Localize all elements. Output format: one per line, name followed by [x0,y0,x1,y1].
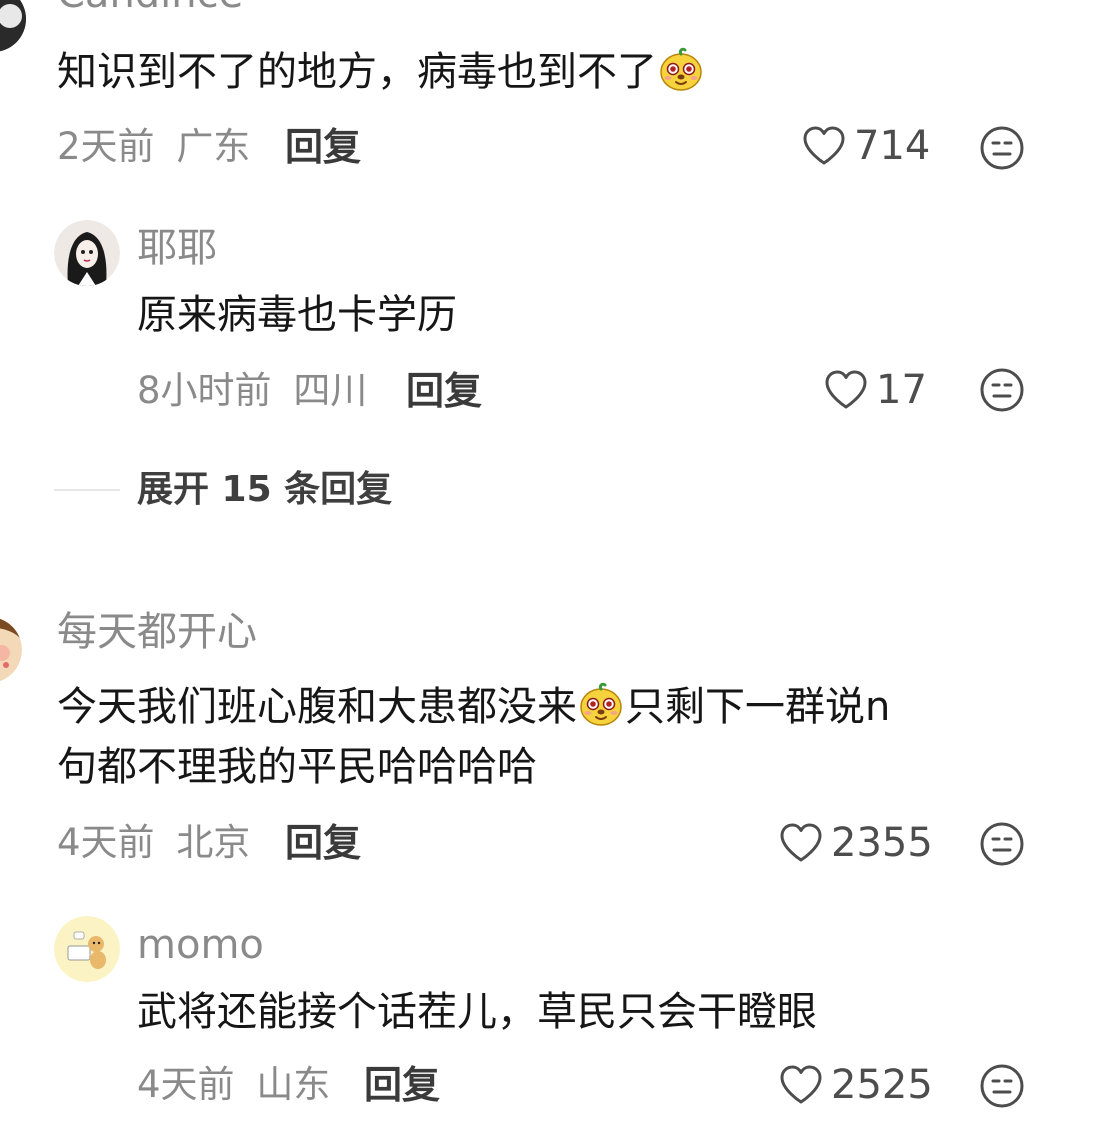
comment-time: 4天前 [57,821,155,864]
comment-meta: 2天前 广东 [57,128,250,165]
neutral-face-icon[interactable] [978,820,1026,868]
comment-meta: 8小时前 四川 [137,372,367,409]
avatar[interactable] [54,220,120,286]
comment-meta: 4天前 山东 [137,1066,330,1103]
username[interactable]: 每天都开心 [57,612,257,652]
doge-emoji-icon [577,680,625,728]
like-button[interactable]: 2525 [777,1061,933,1109]
username[interactable]: 耶耶 [137,228,217,268]
neutral-face-icon[interactable] [978,1062,1026,1110]
comment-location: 四川 [293,369,368,412]
like-count: 714 [854,123,931,169]
comment-text-line1-a: 今天我们班心腹和大患都没来 [57,684,577,730]
like-button[interactable]: 2355 [777,819,933,867]
username[interactable]: momo [137,925,264,965]
heart-icon [822,366,870,414]
doge-emoji-icon [657,45,705,93]
avatar[interactable] [0,617,22,683]
comment-text: 原来病毒也卡学历 [137,292,457,338]
comment-text-line1-b: 只剩下一群说n [625,684,891,730]
avatar[interactable] [54,916,120,982]
comment-time: 2天前 [57,125,155,168]
comment-text: 今天我们班心腹和大患都没来 只剩下一群说n 句都不理我的平民哈哈哈哈 [57,677,1057,797]
like-count: 17 [876,367,927,413]
username[interactable]: Candince [57,0,243,14]
comment-location: 广东 [176,125,251,168]
like-button[interactable]: 714 [800,122,930,170]
neutral-face-icon[interactable] [978,124,1026,172]
heart-icon [777,1061,825,1109]
comment-text-body: 知识到不了的地方，病毒也到不了 [57,49,657,95]
comment-text: 知识到不了的地方，病毒也到不了 [57,42,705,102]
expand-divider [54,489,120,491]
reply-button[interactable]: 回复 [406,372,482,410]
reply-button[interactable]: 回复 [364,1066,440,1104]
comment-time: 4天前 [137,1063,235,1106]
neutral-face-icon[interactable] [978,366,1026,414]
reply-button[interactable]: 回复 [285,128,361,166]
comment-location: 山东 [256,1063,331,1106]
heart-icon [777,819,825,867]
comment-text: 武将还能接个话茬儿，草民只会干瞪眼 [137,989,817,1035]
like-count: 2355 [831,820,933,866]
reply-button[interactable]: 回复 [285,824,361,862]
heart-icon [800,122,848,170]
avatar[interactable] [0,0,26,52]
like-button[interactable]: 17 [822,366,927,414]
comment-text-line2: 句都不理我的平民哈哈哈哈 [57,744,537,790]
like-count: 2525 [831,1062,933,1108]
expand-replies-button[interactable]: 展开 15 条回复 [137,472,392,508]
comment-meta: 4天前 北京 [57,824,250,861]
comment-location: 北京 [176,821,251,864]
comment-time: 8小时前 [137,369,272,412]
